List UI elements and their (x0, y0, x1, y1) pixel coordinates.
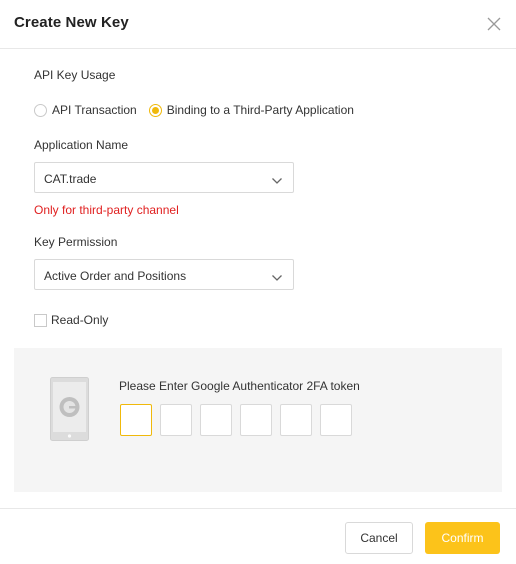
radio-label: API Transaction (52, 103, 137, 117)
key-permission-select[interactable]: Active Order and Positions (34, 259, 294, 290)
radio-third-party[interactable]: Binding to a Third-Party Application (148, 103, 354, 117)
code-digit-5-input[interactable] (280, 404, 312, 436)
third-party-warning: Only for third-party channel (34, 203, 179, 217)
code-digit-4-input[interactable] (240, 404, 272, 436)
radio-indicator-checked (148, 103, 162, 117)
radio-indicator (34, 103, 47, 117)
usage-radio-group: API Transaction Binding to a Third-Party… (34, 102, 366, 118)
radio-label: Binding to a Third-Party Application (166, 103, 354, 117)
select-value: Active Order and Positions (44, 269, 187, 283)
twofa-panel: Please Enter Google Authenticator 2FA to… (14, 348, 502, 492)
dialog-header: Create New Key (0, 0, 516, 49)
code-digit-1-input[interactable] (120, 404, 152, 436)
radio-api-transaction[interactable]: API Transaction (34, 103, 137, 117)
code-digit-6-input[interactable] (320, 404, 352, 436)
confirm-button[interactable]: Confirm (425, 522, 500, 554)
twofa-label: Please Enter Google Authenticator 2FA to… (119, 379, 360, 393)
create-key-dialog: Create New Key API Key Usage API Transac… (0, 0, 516, 564)
checkbox-box[interactable] (34, 313, 47, 327)
code-digit-3-input[interactable] (200, 404, 232, 436)
code-digit-2-input[interactable] (160, 404, 192, 436)
chevron-down-icon (271, 173, 283, 184)
phone-authenticator-icon (50, 377, 89, 441)
chevron-down-icon (271, 270, 283, 281)
dialog-footer: Cancel Confirm (0, 508, 516, 564)
application-name-label: Application Name (34, 138, 129, 152)
read-only-label: Read-Only (51, 313, 109, 327)
key-permission-label: Key Permission (34, 235, 118, 249)
select-value: CAT.trade (44, 172, 97, 186)
close-icon[interactable] (484, 14, 504, 34)
api-key-usage-label: API Key Usage (34, 68, 116, 82)
dialog-title: Create New Key (14, 14, 129, 31)
cancel-button[interactable]: Cancel (345, 522, 413, 554)
application-name-select[interactable]: CAT.trade (34, 162, 294, 193)
read-only-checkbox[interactable]: Read-Only (34, 313, 108, 327)
